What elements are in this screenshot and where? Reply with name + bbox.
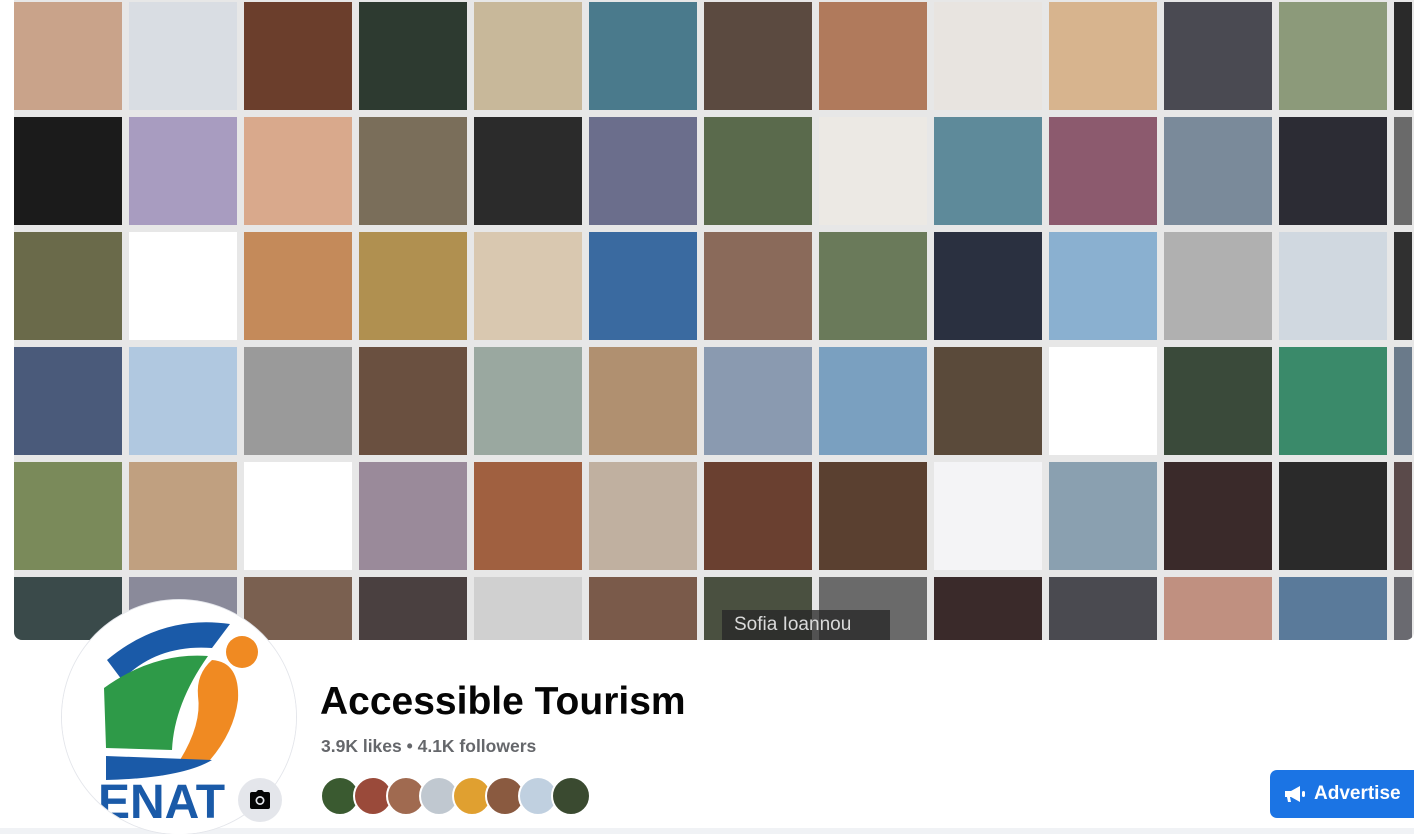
cover-tile-partial-tile — [1394, 2, 1412, 110]
cover-tile-window-photo — [1279, 462, 1387, 570]
cover-tile-profile-photo-man — [704, 462, 812, 570]
cover-tile-profile-photo-woman — [819, 232, 927, 340]
cover-tile-profile-photo-man — [14, 117, 122, 225]
cover-tile-default-profile-silhouette — [129, 462, 237, 570]
page-header: Sofia Ioannou ENAT Accessible Tourism 3.… — [0, 0, 1414, 834]
cover-tile-underwater-scene — [589, 232, 697, 340]
update-profile-picture-button[interactable] — [238, 778, 282, 822]
advertise-label: Advertise — [1314, 783, 1401, 804]
cover-tile-profile-photo-woman — [244, 2, 352, 110]
cover-tile-profile-photo-woman — [244, 577, 352, 640]
advertise-button[interactable]: Advertise — [1270, 770, 1414, 818]
cover-tile-profile-photo-woman — [1049, 117, 1157, 225]
cover-photo[interactable]: Sofia Ioannou — [14, 0, 1414, 640]
cover-tile-profile-photo-man — [934, 347, 1042, 455]
cover-tile-text-logo-chr — [359, 462, 467, 570]
cover-tile-profile-photo-man — [704, 232, 812, 340]
cover-tile-window-photo — [1279, 347, 1387, 455]
cover-tile-text-logo-chr — [359, 232, 467, 340]
cover-tile-cartoon-figures — [474, 577, 582, 640]
cover-tile-default-profile-silhouette — [129, 347, 237, 455]
cover-tile-profile-photo-man — [934, 2, 1042, 110]
cover-tile-profile-photo-man — [934, 462, 1042, 570]
cover-tile-underwater-scene — [589, 462, 697, 570]
cover-tile-underwater-scene — [589, 347, 697, 455]
cover-tile-profile-photo-man — [14, 232, 122, 340]
cover-tile-profile-photo-woman — [1049, 347, 1157, 455]
cover-photo-mosaic — [14, 2, 1414, 640]
cover-tile-partial-tile — [1394, 347, 1412, 455]
cover-tile-profile-photo-woman — [244, 347, 352, 455]
cover-tile-profile-photo-man — [704, 2, 812, 110]
cover-tile-text-logo-chr — [359, 577, 467, 640]
cover-tile-profile-photo-man — [1164, 232, 1272, 340]
cover-tile-cartoon-figures — [474, 117, 582, 225]
cover-tile-default-profile-silhouette — [129, 117, 237, 225]
cover-tile-profile-photo-woman — [1049, 232, 1157, 340]
cover-tile-profile-photo-woman — [819, 2, 927, 110]
cover-tile-window-photo — [1279, 577, 1387, 640]
cover-tile-text-logo-chr — [359, 347, 467, 455]
cover-tile-cartoon-figures — [474, 232, 582, 340]
name-tooltip: Sofia Ioannou — [722, 610, 890, 640]
cover-tile-cartoon-figures — [474, 2, 582, 110]
friend-avatars[interactable] — [320, 776, 591, 818]
cover-tile-partial-tile — [1394, 577, 1412, 640]
cover-tile-partial-tile — [1394, 462, 1412, 570]
cover-tile-text-logo-chr — [359, 2, 467, 110]
cover-tile-window-photo — [1279, 232, 1387, 340]
cover-tile-partial-tile — [1394, 117, 1412, 225]
cover-tile-profile-photo-man — [1164, 347, 1272, 455]
cover-tile-profile-photo-woman — [819, 347, 927, 455]
cover-tile-profile-photo-woman — [244, 117, 352, 225]
cover-tile-profile-photo-man — [934, 117, 1042, 225]
camera-icon — [250, 790, 270, 809]
cover-tile-profile-photo-woman — [1049, 462, 1157, 570]
cover-tile-underwater-scene — [589, 2, 697, 110]
cover-tile-profile-photo-man — [934, 577, 1042, 640]
logo-text: ENAT — [98, 776, 225, 829]
cover-tile-partial-tile — [1394, 232, 1412, 340]
friend-avatar[interactable] — [551, 776, 591, 816]
cover-tile-profile-photo-man — [934, 232, 1042, 340]
cover-tile-underwater-scene — [589, 577, 697, 640]
cover-tile-profile-photo-man — [1164, 462, 1272, 570]
cover-tile-profile-photo-man — [1164, 117, 1272, 225]
cover-tile-underwater-scene — [589, 117, 697, 225]
page-title: Accessible Tourism — [320, 680, 686, 723]
cover-tile-profile-photo-man — [704, 117, 812, 225]
cover-tile-window-photo — [1279, 2, 1387, 110]
cover-tile-default-profile-silhouette — [129, 232, 237, 340]
cover-tile-profile-photo-woman — [1049, 2, 1157, 110]
cover-tile-profile-photo-man — [704, 347, 812, 455]
cover-tile-window-photo — [1279, 117, 1387, 225]
cover-tile-profile-photo-woman — [244, 232, 352, 340]
cover-tile-profile-photo-man — [1164, 577, 1272, 640]
megaphone-icon — [1285, 786, 1305, 802]
cover-tile-profile-photo-man — [14, 462, 122, 570]
cover-tile-profile-photo-woman — [819, 462, 927, 570]
page-stats[interactable]: 3.9K likes • 4.1K followers — [321, 736, 536, 757]
cover-tile-text-logo-chr — [359, 117, 467, 225]
cover-tile-profile-photo-woman — [244, 462, 352, 570]
cover-tile-profile-photo-woman — [1049, 577, 1157, 640]
cover-tile-profile-photo-man — [1164, 2, 1272, 110]
cover-tile-default-profile-silhouette — [129, 2, 237, 110]
cover-tile-profile-photo-man — [14, 2, 122, 110]
cover-tile-cartoon-figures — [474, 462, 582, 570]
cover-tile-profile-photo-woman — [819, 117, 927, 225]
cover-tile-profile-photo-man — [14, 347, 122, 455]
cover-tile-cartoon-figures — [474, 347, 582, 455]
